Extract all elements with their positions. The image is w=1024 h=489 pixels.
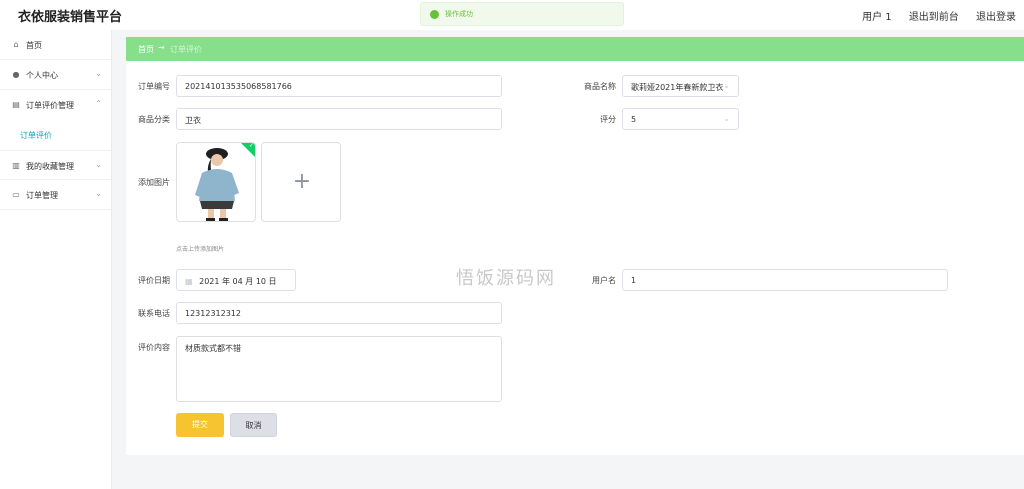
home-icon: ⌂ xyxy=(13,40,19,49)
sidebar-item-label: 订单评价管理 xyxy=(26,101,74,110)
chevron-down-icon: ⌄ xyxy=(95,189,102,198)
content-label: 评价内容 xyxy=(138,343,170,352)
category-input[interactable]: 卫衣 xyxy=(176,108,502,130)
watermark: 悟饭源码网 xyxy=(456,268,556,289)
username-input[interactable]: 1 xyxy=(622,269,948,291)
date-value: 2021 年 04 月 10 日 xyxy=(199,277,277,286)
breadcrumb-current: 订单评价 xyxy=(170,45,202,54)
sidebar-item-label: 订单管理 xyxy=(26,191,58,200)
sidebar-item-label: 订单评价 xyxy=(20,131,52,140)
sidebar-item-label: 个人中心 xyxy=(26,71,58,80)
sidebar: ⌂ 首页 ● 个人中心 ⌄ ▤ 订单评价管理 ⌃ 订单评价 ▥ 我的收藏管理 ⌄… xyxy=(0,30,112,489)
sidebar-item-order-review[interactable]: 订单评价 xyxy=(0,120,112,150)
user-icon: ● xyxy=(12,70,20,79)
upload-hint: 点击上传添加图片 xyxy=(176,246,225,253)
sidebar-item-label: 首页 xyxy=(26,41,42,50)
username-label: 用户名 xyxy=(592,276,616,285)
add-image-button[interactable]: + xyxy=(261,142,341,222)
top-nav: 用户 1 退出到前台 退出登录 xyxy=(848,8,1016,23)
phone-label: 联系电话 xyxy=(138,309,170,318)
product-name-label: 商品名称 xyxy=(584,82,616,91)
logout-link[interactable]: 退出登录 xyxy=(976,12,1016,23)
breadcrumb-home[interactable]: 首页 xyxy=(138,44,154,55)
arrow-right-icon: → xyxy=(158,43,165,52)
breadcrumb: 首页 → 订单评价 xyxy=(126,37,1024,61)
order-no-input[interactable]: 20214101353506858176​6 xyxy=(176,75,502,97)
sidebar-item-home[interactable]: ⌂ 首页 xyxy=(0,30,112,60)
plus-icon: + xyxy=(292,169,312,194)
sidebar-item-profile[interactable]: ● 个人中心 ⌄ xyxy=(0,60,112,90)
chevron-up-icon: ⌃ xyxy=(95,99,102,108)
sidebar-item-label: 我的收藏管理 xyxy=(26,162,74,171)
chevron-down-icon: ⌄ xyxy=(95,160,102,169)
product-name-select[interactable]: 歌莉娅2021年春新款卫衣 ⌄ xyxy=(622,75,739,97)
content-textarea[interactable] xyxy=(176,336,502,402)
toast-message: 操作成功 xyxy=(445,10,473,18)
phone-input[interactable]: 12312312312 xyxy=(176,302,502,324)
sidebar-item-order-review-mgmt[interactable]: ▤ 订单评价管理 ⌃ xyxy=(0,90,112,120)
success-toast: 操作成功 xyxy=(420,2,624,26)
user-menu[interactable]: 用户 1 xyxy=(862,12,892,23)
date-label: 评价日期 xyxy=(138,276,170,285)
main-content: 首页 → 订单评价 订单编号 20214101353506858176​6 商品… xyxy=(126,37,1024,455)
rating-value: 5 xyxy=(631,115,637,124)
shop-icon: ▤ xyxy=(12,100,20,109)
sidebar-item-favorites[interactable]: ▥ 我的收藏管理 ⌄ xyxy=(0,150,112,180)
image-label: 添加图片 xyxy=(138,178,170,187)
category-label: 商品分类 xyxy=(138,115,170,124)
rating-label: 评分 xyxy=(600,115,616,124)
submit-button[interactable]: 提交 xyxy=(176,413,224,437)
calendar-icon: ▦ xyxy=(185,277,193,286)
cancel-button[interactable]: 取消 xyxy=(230,413,277,437)
card-icon: ▭ xyxy=(12,190,20,199)
uploaded-image[interactable]: ✓ xyxy=(176,142,256,222)
check-circle-icon xyxy=(430,10,439,19)
back-to-front-link[interactable]: 退出到前台 xyxy=(909,12,959,23)
chevron-down-icon: ⌄ xyxy=(95,69,102,78)
chart-icon: ▥ xyxy=(12,161,20,170)
chevron-down-icon: ⌄ xyxy=(723,114,730,123)
product-name-value: 歌莉娅2021年春新款卫衣 xyxy=(631,83,724,92)
app-title: 衣依服装销售平台 xyxy=(18,10,123,25)
order-no-label: 订单编号 xyxy=(138,82,170,91)
date-picker[interactable]: ▦ 2021 年 04 月 10 日 xyxy=(176,269,296,291)
sidebar-item-orders[interactable]: ▭ 订单管理 ⌄ xyxy=(0,180,112,210)
chevron-down-icon: ⌄ xyxy=(723,81,730,90)
rating-select[interactable]: 5 ⌄ xyxy=(622,108,739,130)
check-icon: ✓ xyxy=(248,142,254,149)
